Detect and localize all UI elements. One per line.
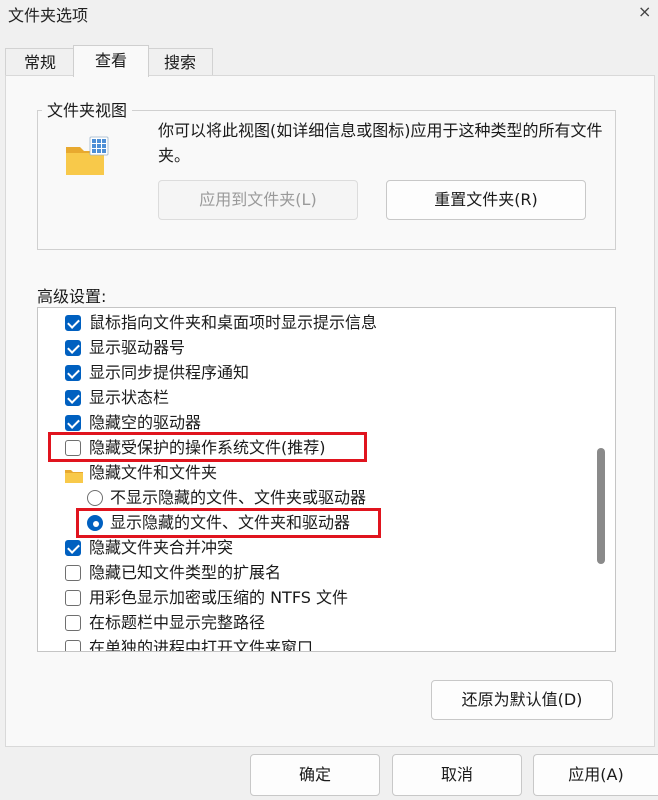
folder-views-description: 你可以将此视图(如详细信息或图标)应用于这种类型的所有文件夹。 bbox=[158, 121, 603, 165]
tab-label: 搜索 bbox=[163, 53, 196, 72]
checkbox[interactable] bbox=[65, 565, 81, 581]
tab-general[interactable]: 常规 bbox=[5, 48, 75, 76]
apply-button[interactable]: 应用(A) bbox=[533, 754, 658, 796]
tab-view[interactable]: 查看 bbox=[73, 45, 149, 77]
scrollbar-thumb[interactable] bbox=[597, 448, 605, 564]
scrollbar[interactable] bbox=[593, 308, 613, 651]
folder-views-title: 文件夹视图 bbox=[42, 97, 133, 121]
list-item-label: 在标题栏中显示完整路径 bbox=[89, 613, 266, 632]
list-item-label: 鼠标指向文件夹和桌面项时显示提示信息 bbox=[89, 313, 378, 332]
restore-defaults-button[interactable]: 还原为默认值(D) bbox=[431, 680, 613, 720]
tab-search[interactable]: 搜索 bbox=[147, 48, 213, 76]
advanced-settings-list[interactable]: 鼠标指向文件夹和桌面项时显示提示信息 显示驱动器号 显示同步提供程序通知 显示状… bbox=[37, 307, 616, 652]
checkbox[interactable] bbox=[65, 640, 81, 651]
tab-bar: 常规 查看 搜索 bbox=[0, 45, 658, 77]
checkbox[interactable] bbox=[65, 415, 81, 431]
checkbox[interactable] bbox=[65, 590, 81, 606]
folder-view-icon bbox=[64, 135, 110, 179]
tab-label: 常规 bbox=[23, 53, 56, 72]
close-icon[interactable]: × bbox=[638, 2, 658, 22]
checkbox[interactable] bbox=[65, 340, 81, 356]
list-item-label: 在单独的进程中打开文件夹窗口 bbox=[89, 638, 314, 652]
list-item-label: 显示驱动器号 bbox=[89, 338, 186, 357]
highlight-box bbox=[48, 432, 367, 462]
checkbox[interactable] bbox=[65, 540, 81, 556]
list-item-label: 不显示隐藏的文件、文件夹或驱动器 bbox=[110, 488, 367, 507]
apply-to-folders-button[interactable]: 应用到文件夹(L) bbox=[158, 180, 358, 220]
list-item-label: 隐藏已知文件类型的扩展名 bbox=[89, 563, 282, 582]
checkbox[interactable] bbox=[65, 365, 81, 381]
list-item-label: 用彩色显示加密或压缩的 NTFS 文件 bbox=[89, 588, 348, 607]
list-item-label: 隐藏文件和文件夹 bbox=[89, 463, 218, 482]
checkbox[interactable] bbox=[65, 315, 81, 331]
list-item-label: 显示同步提供程序通知 bbox=[89, 363, 250, 382]
advanced-settings-label: 高级设置: bbox=[37, 287, 107, 306]
checkbox[interactable] bbox=[65, 390, 81, 406]
checkbox[interactable] bbox=[65, 615, 81, 631]
window-title: 文件夹选项 bbox=[8, 6, 89, 25]
list-item-label: 显示状态栏 bbox=[89, 388, 170, 407]
tab-label: 查看 bbox=[94, 51, 127, 70]
reset-folders-button[interactable]: 重置文件夹(R) bbox=[386, 180, 586, 220]
list-item-label: 隐藏文件夹合并冲突 bbox=[89, 538, 234, 557]
cancel-button[interactable]: 取消 bbox=[392, 754, 522, 796]
folder-icon bbox=[65, 466, 83, 483]
highlight-box bbox=[76, 508, 381, 538]
ok-button[interactable]: 确定 bbox=[250, 754, 380, 796]
radio-button[interactable] bbox=[87, 490, 103, 506]
